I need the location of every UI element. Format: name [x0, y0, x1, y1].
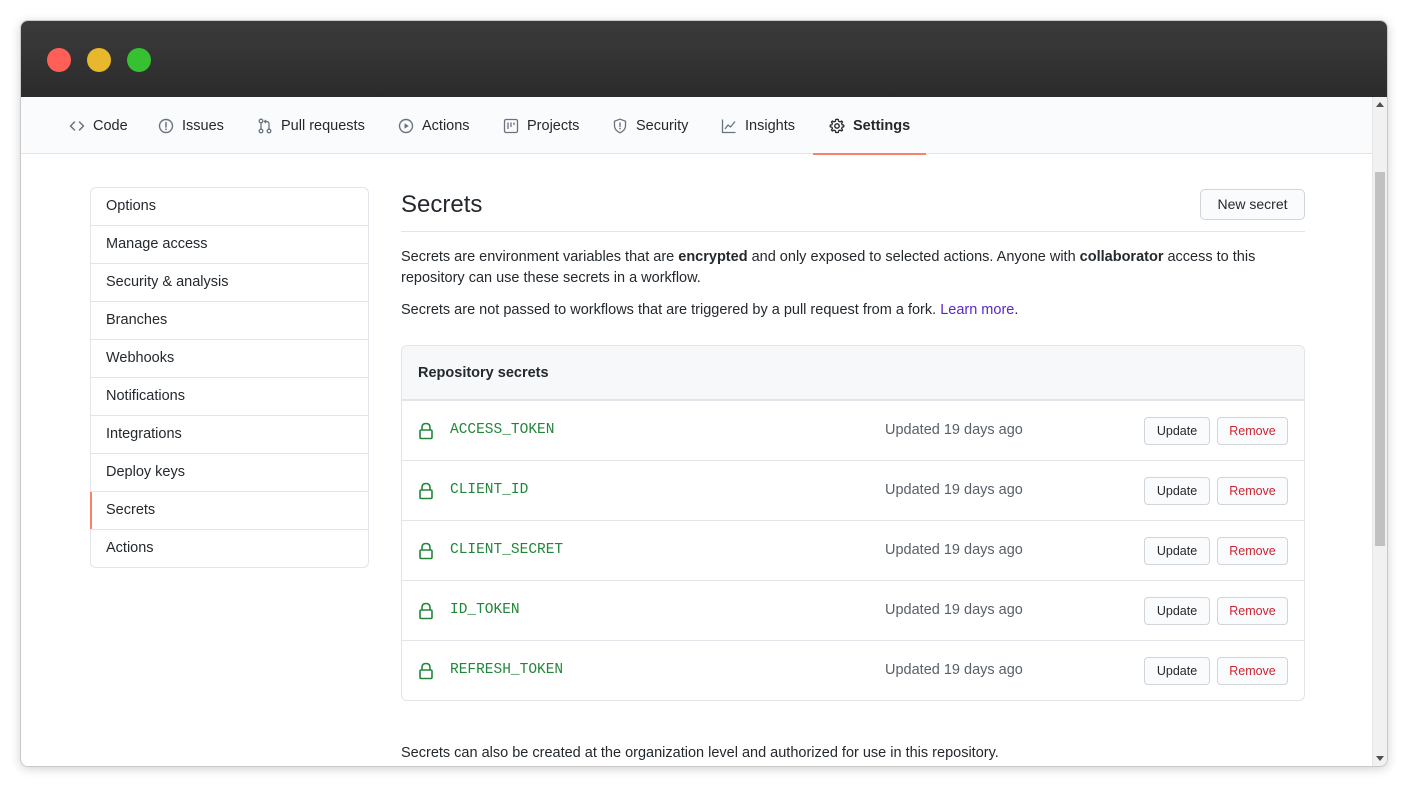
tab-label: Projects — [527, 117, 580, 134]
secret-row: CLIENT_SECRET Updated 19 days ago Update… — [402, 520, 1304, 580]
learn-more-link[interactable]: Learn more — [940, 302, 1014, 318]
maximize-window-button[interactable] — [127, 48, 151, 72]
tab-label: Insights — [745, 117, 795, 134]
secret-name: REFRESH_TOKEN — [450, 662, 564, 678]
play-icon — [398, 118, 414, 133]
tab-label: Actions — [422, 117, 470, 134]
scrollbar-thumb[interactable] — [1375, 172, 1385, 546]
new-secret-button[interactable]: New secret — [1200, 189, 1305, 220]
project-icon — [503, 118, 519, 133]
scroll-up-arrow-icon[interactable] — [1376, 102, 1384, 107]
gear-icon — [829, 118, 845, 133]
close-window-button[interactable] — [47, 48, 71, 72]
lock-icon — [419, 662, 433, 680]
secret-row: CLIENT_ID Updated 19 days ago Update Rem… — [402, 460, 1304, 520]
repository-secrets-panel: Repository secrets ACCESS_TOKEN Updated … — [401, 345, 1305, 701]
update-button[interactable]: Update — [1144, 597, 1210, 625]
tab-insights[interactable]: Insights — [721, 97, 795, 154]
remove-button[interactable]: Remove — [1217, 537, 1288, 565]
secret-name: ID_TOKEN — [450, 602, 520, 618]
lock-icon — [419, 602, 433, 620]
lock-icon — [419, 482, 433, 500]
remove-button[interactable]: Remove — [1217, 417, 1288, 445]
secret-updated: Updated 19 days ago — [885, 602, 1023, 618]
tab-code[interactable]: Code — [69, 97, 128, 154]
sidebar-item-actions[interactable]: Actions — [91, 529, 368, 567]
vertical-scrollbar[interactable] — [1372, 97, 1387, 766]
sidebar-item-security-analysis[interactable]: Security & analysis — [91, 263, 368, 301]
shield-icon — [613, 118, 627, 134]
tab-pull-requests[interactable]: Pull requests — [257, 97, 365, 154]
organization-secrets-note: Secrets can also be created at the organ… — [401, 745, 999, 761]
fork-note: Secrets are not passed to workflows that… — [401, 302, 1019, 318]
tab-label: Code — [93, 117, 128, 134]
tab-issues[interactable]: Issues — [158, 97, 224, 154]
secret-row: ACCESS_TOKEN Updated 19 days ago Update … — [402, 400, 1304, 460]
secret-updated: Updated 19 days ago — [885, 422, 1023, 438]
lock-icon — [419, 422, 433, 440]
tab-settings[interactable]: Settings — [812, 97, 927, 155]
tab-actions[interactable]: Actions — [398, 97, 470, 154]
update-button[interactable]: Update — [1144, 657, 1210, 685]
page-title: Secrets — [401, 191, 483, 218]
sidebar-item-webhooks[interactable]: Webhooks — [91, 339, 368, 377]
secret-updated: Updated 19 days ago — [885, 482, 1023, 498]
sidebar-item-notifications[interactable]: Notifications — [91, 377, 368, 415]
sidebar-item-manage-access[interactable]: Manage access — [91, 225, 368, 263]
sidebar-item-deploy-keys[interactable]: Deploy keys — [91, 453, 368, 491]
graph-icon — [721, 119, 736, 133]
lock-icon — [419, 542, 433, 560]
code-icon — [69, 120, 85, 131]
remove-button[interactable]: Remove — [1217, 477, 1288, 505]
settings-sidebar: Options Manage access Security & analysi… — [90, 187, 369, 568]
sidebar-item-secrets[interactable]: Secrets — [90, 491, 368, 529]
panel-title: Repository secrets — [402, 346, 1304, 400]
secret-updated: Updated 19 days ago — [885, 542, 1023, 558]
remove-button[interactable]: Remove — [1217, 597, 1288, 625]
pull-request-icon — [258, 118, 272, 133]
remove-button[interactable]: Remove — [1217, 657, 1288, 685]
secret-name: CLIENT_SECRET — [450, 542, 564, 558]
minimize-window-button[interactable] — [87, 48, 111, 72]
secret-updated: Updated 19 days ago — [885, 662, 1023, 678]
update-button[interactable]: Update — [1144, 477, 1210, 505]
browser-window: Code Issues Pull requests Actions Projec… — [20, 20, 1388, 767]
update-button[interactable]: Update — [1144, 537, 1210, 565]
repo-nav: Code Issues Pull requests Actions Projec… — [21, 97, 1372, 155]
page-heading: Secrets New secret — [401, 187, 1305, 232]
secrets-description: Secrets are environment variables that a… — [401, 249, 1256, 286]
tab-label: Settings — [853, 117, 911, 134]
secret-name: CLIENT_ID — [450, 482, 529, 498]
main-content: Secrets New secret Secrets are environme… — [401, 187, 1305, 761]
page-viewport: Code Issues Pull requests Actions Projec… — [21, 97, 1372, 766]
secret-row: REFRESH_TOKEN Updated 19 days ago Update… — [402, 640, 1304, 700]
tab-security[interactable]: Security — [612, 97, 688, 154]
title-bar — [21, 21, 1387, 97]
tab-projects[interactable]: Projects — [503, 97, 579, 154]
secret-row: ID_TOKEN Updated 19 days ago Update Remo… — [402, 580, 1304, 640]
sidebar-item-integrations[interactable]: Integrations — [91, 415, 368, 453]
tab-label: Security — [636, 117, 689, 134]
sidebar-item-branches[interactable]: Branches — [91, 301, 368, 339]
tab-label: Pull requests — [281, 117, 365, 134]
secret-name: ACCESS_TOKEN — [450, 422, 555, 438]
update-button[interactable]: Update — [1144, 417, 1210, 445]
sidebar-item-options[interactable]: Options — [91, 188, 368, 225]
tab-label: Issues — [182, 117, 224, 134]
issue-icon — [158, 118, 174, 133]
scroll-down-arrow-icon[interactable] — [1376, 756, 1384, 761]
